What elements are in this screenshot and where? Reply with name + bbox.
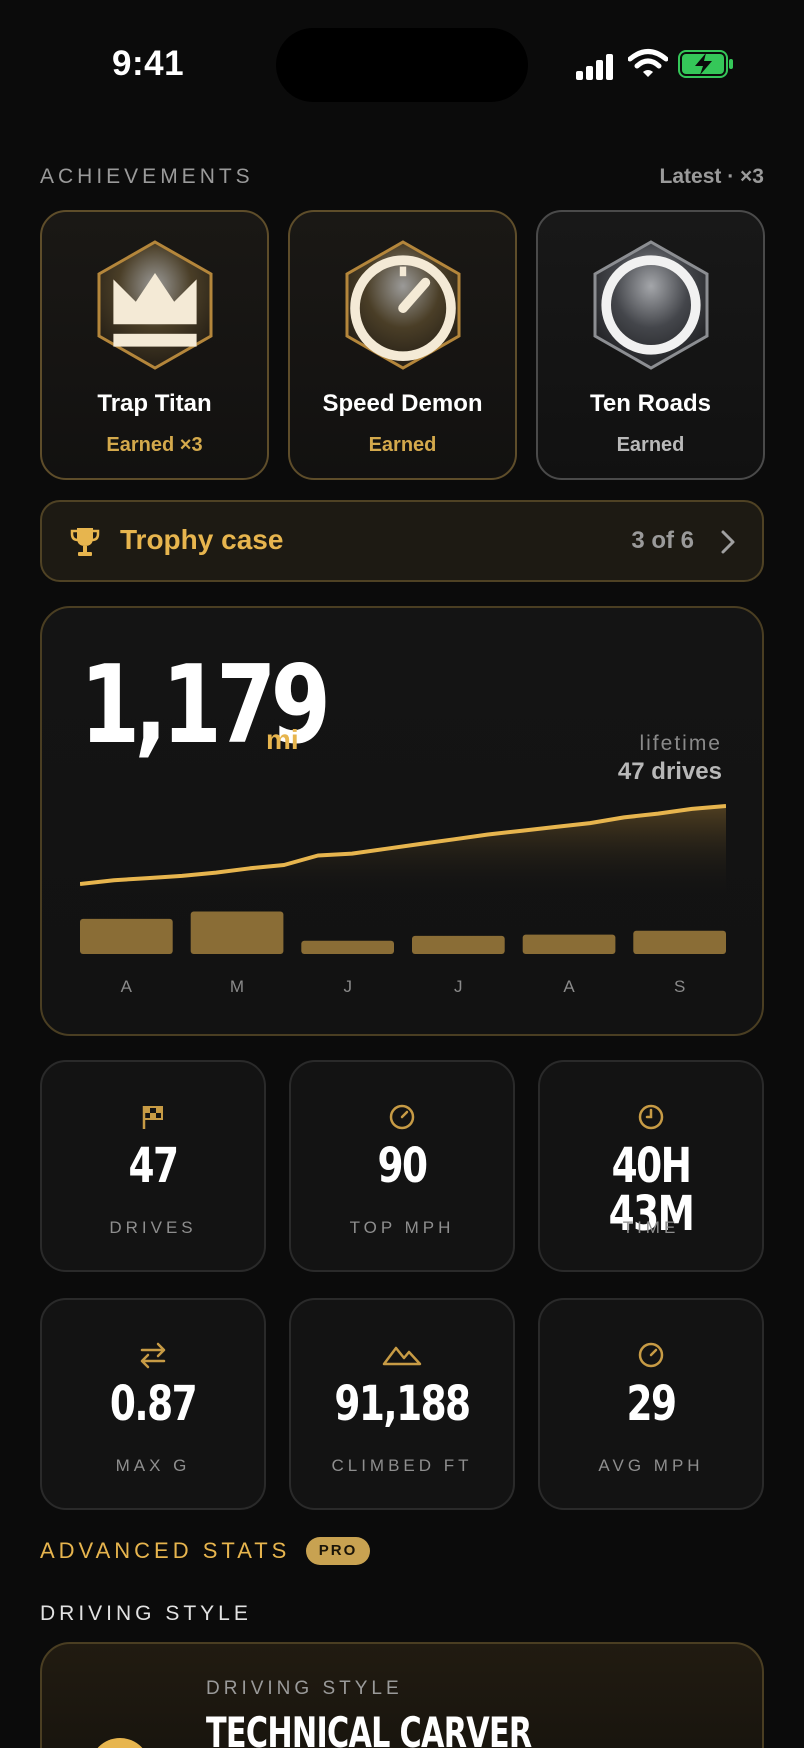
stat-label: CLIMBED FT	[331, 1456, 473, 1475]
pro-badge: PRO	[306, 1537, 370, 1565]
stat-tile-max-g[interactable]: 0.87 MAX G	[40, 1298, 266, 1510]
stat-label: MAX G	[115, 1456, 191, 1475]
chart-bar	[522, 934, 616, 954]
stat-tile-top-mph[interactable]: 90 TOP MPH	[289, 1060, 515, 1272]
trophy-case-label: Trophy case	[120, 524, 284, 555]
dynamic-island	[276, 28, 528, 102]
chart-tick-label: J	[343, 977, 352, 996]
stat-label: AVG MPH	[598, 1456, 704, 1475]
checkered-flag-icon	[142, 1106, 163, 1129]
achievement-title: Speed Demon	[322, 390, 483, 417]
stat-tile-climbed-ft[interactable]: 91,188 CLIMBED FT	[289, 1298, 515, 1510]
achievement-title: Trap Titan	[97, 390, 212, 417]
chart-bar	[412, 935, 505, 954]
stat-value: 29	[626, 1376, 678, 1432]
stat-label: TOP MPH	[349, 1218, 455, 1237]
stat-value: 91,188	[334, 1376, 471, 1432]
speedometer-icon	[638, 1342, 664, 1368]
achievement-badge-silver	[587, 238, 715, 372]
advanced-stats-label: ADVANCED STATS	[40, 1538, 291, 1563]
speedometer-icon	[389, 1104, 415, 1130]
trophy-case-count: 3 of 6	[631, 527, 694, 554]
achievement-status: Earned	[616, 434, 685, 456]
stat-tile-drives[interactable]: 47 DRIVES	[40, 1060, 266, 1272]
chart-tick-label: M	[230, 977, 244, 996]
wifi-icon	[628, 49, 668, 77]
cellular-signal-icon	[576, 52, 616, 80]
achievements-section-label: ACHIEVEMENTS	[40, 165, 254, 188]
mountains-icon	[382, 1346, 422, 1366]
stat-value: 90	[377, 1138, 429, 1194]
achievement-card-trap-titan[interactable]: Trap Titan Earned ×3	[40, 210, 269, 480]
driving-style-title: TECHNICAL CARVER	[206, 1708, 532, 1748]
lifetime-miles-unit: mi	[266, 724, 299, 755]
achievement-card-speed-demon[interactable]: Speed Demon Earned	[288, 210, 517, 480]
cumulative-area	[80, 806, 726, 898]
stat-label: DRIVES	[109, 1218, 197, 1237]
driving-style-card[interactable]: DRIVING STYLE TECHNICAL CARVER	[40, 1642, 764, 1748]
achievement-badge-gold	[91, 238, 219, 372]
chart-tick-label: J	[454, 977, 463, 996]
battery-charging-icon	[678, 50, 733, 78]
arrows-swap-icon	[140, 1342, 166, 1369]
status-time: 9:41	[112, 44, 185, 83]
chart-bar	[190, 911, 284, 954]
stat-label: TIME	[622, 1218, 680, 1237]
latest-link[interactable]: Latest · ×3	[660, 165, 764, 189]
chart-tick-label: S	[674, 977, 685, 996]
trophy-icon	[70, 528, 100, 556]
stat-value: 0.87	[109, 1376, 198, 1432]
clock-icon	[638, 1104, 664, 1130]
achievement-card-ten-roads[interactable]: Ten Roads Earned	[536, 210, 765, 480]
driving-style-section-label: DRIVING STYLE	[40, 1602, 252, 1625]
lifetime-drives-count: 47 drives	[617, 758, 722, 785]
chevron-right-icon	[721, 530, 735, 554]
chart-bar	[633, 930, 726, 954]
trophy-case-button[interactable]: Trophy case 3 of 6	[40, 500, 764, 582]
circle-icon	[600, 255, 701, 355]
stat-value: 47	[128, 1138, 180, 1194]
chart-tick-label: A	[563, 977, 575, 996]
driving-style-kicker: DRIVING STYLE	[206, 1678, 403, 1699]
stat-tile-time[interactable]: 40H 43M TIME	[538, 1060, 764, 1272]
crown-icon	[112, 273, 197, 347]
chart-bar	[301, 940, 394, 954]
stat-tile-avg-mph[interactable]: 29 AVG MPH	[538, 1298, 764, 1510]
achievement-title: Ten Roads	[590, 390, 711, 417]
lifetime-mileage-chart: AMJJAS	[80, 804, 726, 996]
achievement-badge-gold	[339, 238, 467, 372]
lifetime-summary-card[interactable]: 1,179 mi lifetime 47 drives AMJJAS	[40, 606, 764, 1036]
steering-wheel-icon	[97, 1738, 143, 1748]
chart-tick-label: A	[121, 977, 133, 996]
speedometer-icon	[349, 255, 456, 361]
achievement-status: Earned	[368, 434, 437, 456]
achievement-status: Earned ×3	[106, 434, 203, 456]
chart-bar	[80, 918, 173, 954]
lifetime-label: lifetime	[639, 732, 722, 755]
